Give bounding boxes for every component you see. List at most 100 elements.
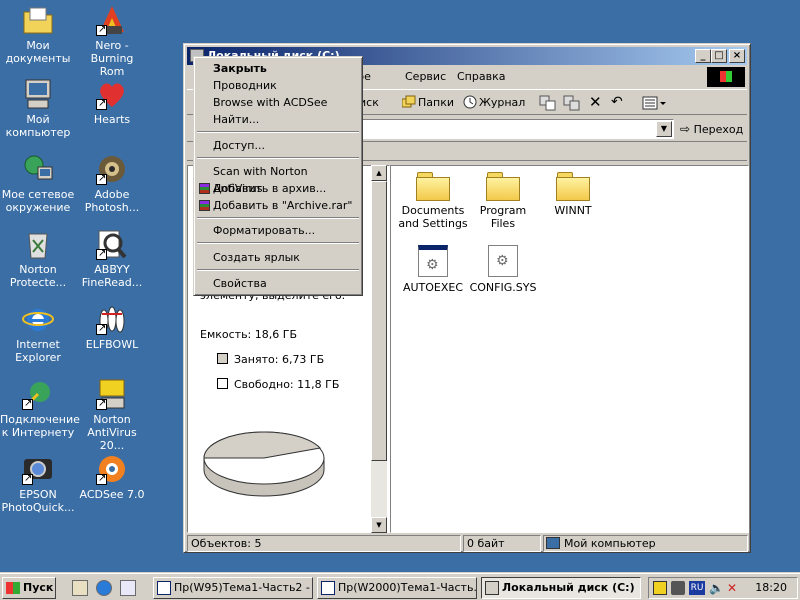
task-button[interactable]: Пр(W2000)Тема1-Часть... [317, 577, 477, 599]
menu-item-sharing[interactable]: Доступ... [197, 137, 359, 154]
menu-separator [197, 131, 359, 133]
folders-icon [401, 95, 416, 109]
windows-logo-icon [707, 67, 745, 87]
menu-item-add-archive[interactable]: Добавить в архив... [197, 180, 359, 197]
history-button[interactable]: Журнал [463, 94, 525, 112]
network-disconnected-icon[interactable]: ✕ [727, 581, 741, 595]
start-button[interactable]: Пуск [2, 577, 56, 599]
desktop-icon-norton-antivirus[interactable]: Norton AntiVirus 20... [74, 378, 150, 452]
volume-icon[interactable]: 🔈 [709, 581, 724, 595]
menu-item-format[interactable]: Форматировать... [197, 222, 359, 239]
drive-icon [485, 581, 499, 595]
norton-tray-icon[interactable] [653, 581, 667, 595]
go-arrow-icon: ⇨ [680, 122, 691, 136]
windows-flag-icon [6, 582, 20, 594]
maximize-button[interactable]: □ [711, 49, 727, 63]
winrar-icon [199, 183, 210, 194]
file-list: Documents and Settings Program Files WIN… [390, 165, 749, 533]
network-icon [22, 153, 54, 185]
desktop-icon-photoshop[interactable]: Adobe Photosh... [74, 153, 150, 214]
desktop-icon-connect[interactable]: Подключение к Интернету [0, 378, 80, 439]
scroll-down-button[interactable]: ▼ [371, 517, 387, 533]
desktop-icon-label: EPSON PhotoQuick... [1, 488, 75, 514]
scroll-up-button[interactable]: ▲ [371, 165, 387, 181]
desktop-icon-nero[interactable]: Nero - Burning Rom [74, 4, 150, 78]
file-item[interactable]: Program Files [466, 172, 540, 230]
go-button[interactable]: ⇨ Переход [680, 121, 743, 138]
undo-icon[interactable]: ↶ [611, 95, 629, 111]
used-text: Занято: 6,73 ГБ [234, 353, 325, 366]
epson-icon [22, 453, 54, 485]
task-button-active[interactable]: Локальный диск (C:) [481, 577, 641, 599]
menu-item-create-shortcut[interactable]: Создать ярлык [197, 249, 359, 266]
desktop-icon-hearts[interactable]: Hearts [74, 78, 150, 126]
close-button[interactable]: × [729, 49, 745, 63]
file-name: AUTOEXEC [402, 281, 464, 294]
menu-help[interactable]: Справка [457, 67, 505, 87]
shortcut-arrow-icon [96, 397, 107, 410]
context-menu: Закрыть Проводник Browse with ACDSee Най… [193, 56, 363, 296]
folder-icon [556, 172, 590, 201]
menu-item-close[interactable]: Закрыть [197, 60, 359, 77]
ie-icon [22, 303, 54, 335]
show-desktop-icon[interactable] [72, 580, 88, 596]
copy-to-icon[interactable] [563, 95, 581, 111]
menu-item-explorer[interactable]: Проводник [197, 77, 359, 94]
language-indicator[interactable]: RU [689, 581, 705, 595]
menu-item-properties[interactable]: Свойства [197, 275, 359, 292]
start-label: Пуск [23, 581, 54, 594]
free-swatch [217, 378, 228, 389]
move-to-icon[interactable] [539, 95, 557, 111]
shortcut-arrow-icon [96, 23, 107, 36]
desktop-icon-elfbowl[interactable]: ELFBOWL [74, 303, 150, 351]
file-item[interactable]: WINNT [536, 172, 610, 217]
shortcut-arrow-icon [22, 397, 33, 410]
menu-item-find[interactable]: Найти... [197, 111, 359, 128]
clock[interactable]: 18:20 [755, 581, 787, 594]
desktop-icon-label: Norton AntiVirus 20... [87, 413, 137, 452]
minimize-button[interactable]: _ [695, 49, 711, 63]
folders-button[interactable]: Папки [401, 94, 454, 112]
desktop-icon-finereader[interactable]: ABBYY FineRead... [74, 228, 150, 289]
desktop-icon-network[interactable]: Мое сетевое окружение [0, 153, 76, 214]
menu-tools[interactable]: Сервис [405, 67, 446, 87]
vertical-scrollbar[interactable]: ▲ ▼ [371, 165, 387, 533]
go-label: Переход [693, 123, 744, 136]
address-input[interactable]: ▼ [362, 119, 674, 139]
desktop-icon-my-documents[interactable]: Мои документы [0, 4, 76, 65]
menu-item-norton-scan[interactable]: Scan with Norton AntiVirus [197, 163, 359, 195]
desktop-icon-label: Мое сетевое окружение [1, 188, 75, 214]
recycle-bin-icon [22, 228, 54, 260]
folder-icon [416, 172, 450, 201]
menu-item-add-archive-rar[interactable]: Добавить в "Archive.rar" [197, 197, 359, 214]
shortcut-arrow-icon [22, 472, 33, 485]
printer-tray-icon[interactable] [671, 581, 685, 595]
status-size: 0 байт [463, 535, 541, 552]
norton-icon [96, 378, 128, 410]
ie-quicklaunch-icon[interactable] [96, 580, 112, 596]
file-item[interactable]: ⚙ CONFIG.SYS [466, 245, 540, 294]
views-icon[interactable] [642, 95, 666, 111]
desktop-icon-label: Мой компьютер [5, 113, 71, 139]
desktop-icon-norton-protected[interactable]: Norton Protecte... [0, 228, 76, 289]
desktop-icon-label: Мои документы [5, 39, 71, 65]
desktop-icon-label: Norton Protecte... [9, 263, 67, 289]
scroll-thumb[interactable] [371, 181, 387, 461]
chevron-down-icon[interactable]: ▼ [656, 121, 672, 137]
task-label: Пр(W95)Тема1-Часть2 - ... [174, 581, 313, 594]
task-button[interactable]: Пр(W95)Тема1-Часть2 - ... [153, 577, 313, 599]
desktop-icon-ie[interactable]: Internet Explorer [0, 303, 76, 364]
file-name: CONFIG.SYS [469, 281, 537, 294]
menu-item-acdsee[interactable]: Browse with ACDSee [197, 94, 359, 111]
history-label: Журнал [479, 96, 526, 109]
word-doc-icon [321, 581, 335, 595]
disk-usage-pie [203, 431, 325, 497]
desktop-icon-my-computer[interactable]: Мой компьютер [0, 78, 76, 139]
delete-icon[interactable]: ✕ [589, 95, 607, 111]
file-item[interactable]: Documents and Settings [396, 172, 470, 230]
outlook-express-icon[interactable] [120, 580, 136, 596]
desktop-icon-acdsee[interactable]: ACDSee 7.0 [74, 453, 150, 501]
elfbowl-icon [96, 303, 128, 335]
desktop-icon-epson[interactable]: EPSON PhotoQuick... [0, 453, 76, 514]
file-item[interactable]: ⚙ AUTOEXEC [396, 245, 470, 294]
